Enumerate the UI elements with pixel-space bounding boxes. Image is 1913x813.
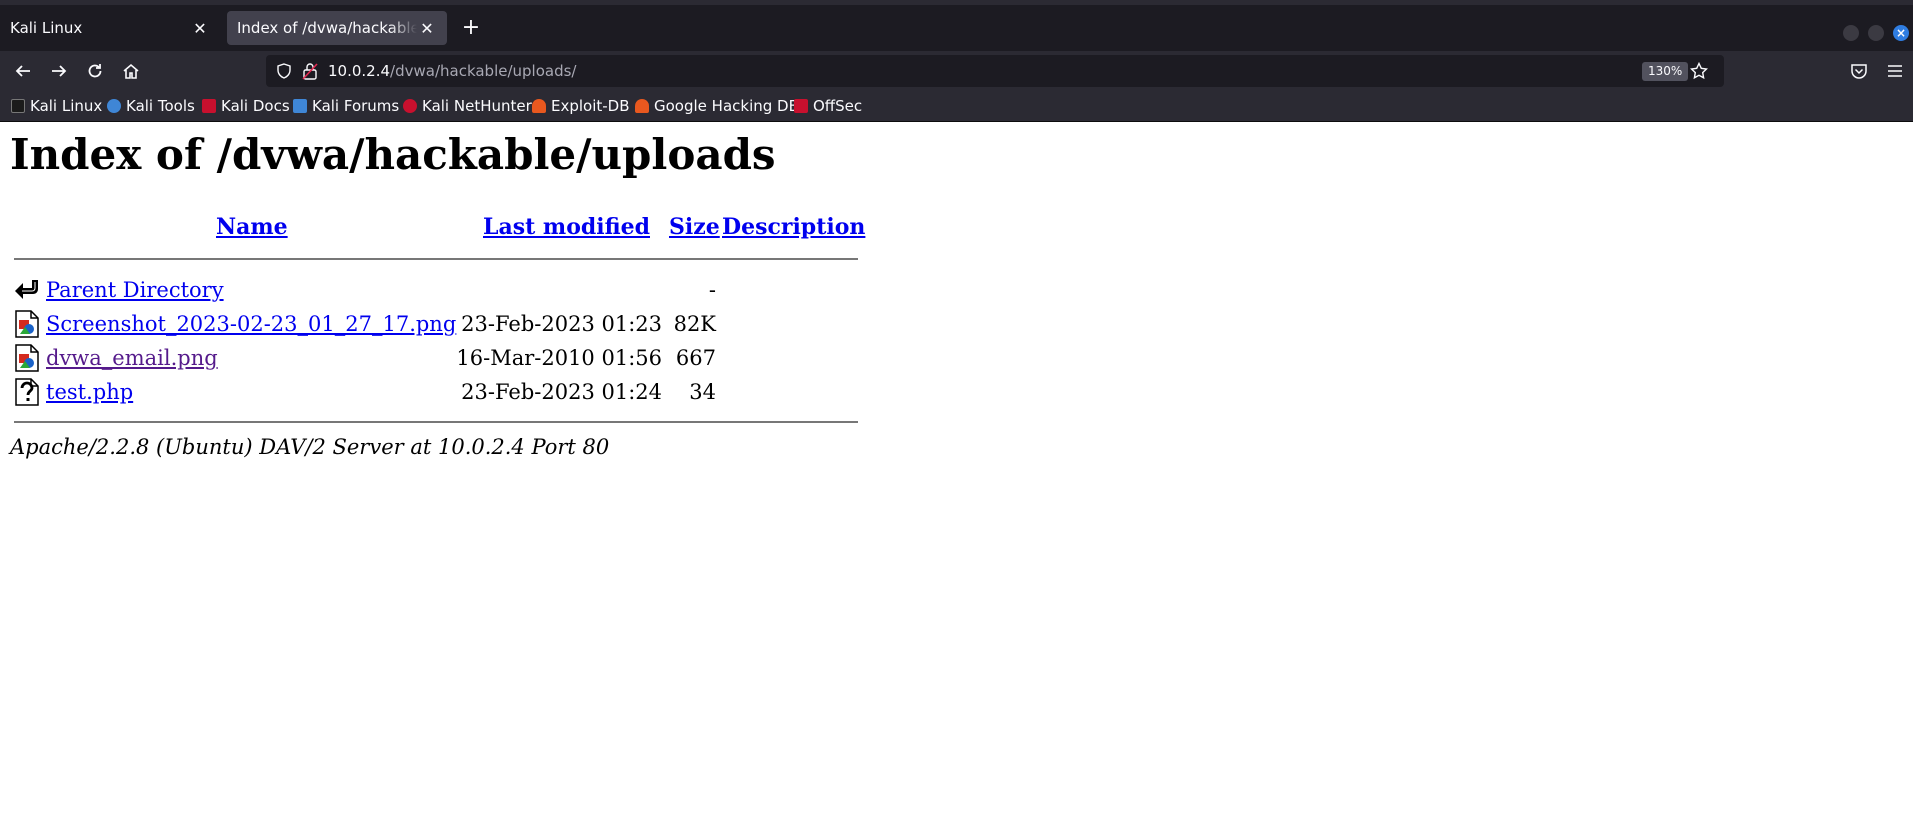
- url-path: /dvwa/hackable/uploads/: [390, 62, 577, 80]
- ghdb-icon: [635, 99, 649, 113]
- file-date: 23-Feb-2023 01:23: [461, 312, 662, 336]
- tab-index-of-uploads[interactable]: Index of /dvwa/hackable/uploads/ ✕: [227, 11, 447, 45]
- kali-dragon-icon: [11, 99, 25, 113]
- minimize-window-icon[interactable]: [1843, 25, 1859, 41]
- column-header-name[interactable]: Name: [216, 214, 288, 240]
- bookmark-kali-nethunter[interactable]: Kali NetHunter: [403, 91, 532, 121]
- reload-icon[interactable]: [83, 59, 107, 83]
- image-file-icon: [14, 310, 40, 338]
- pocket-icon[interactable]: [1847, 59, 1871, 83]
- file-size: 667: [675, 346, 716, 370]
- header-divider: [14, 258, 858, 260]
- page-content: Index of /dvwa/hackable/uploads Name Las…: [0, 122, 1913, 813]
- bookmark-exploit-db[interactable]: Exploit-DB: [532, 91, 630, 121]
- file-link[interactable]: dvwa_email.png: [46, 341, 218, 375]
- bookmark-label: Google Hacking DB: [654, 97, 799, 115]
- image-file-icon: [14, 344, 40, 372]
- server-signature: Apache/2.2.8 (Ubuntu) DAV/2 Server at 10…: [10, 435, 610, 459]
- kali-docs-icon: [202, 99, 216, 113]
- tab-label: Kali Linux: [10, 19, 83, 37]
- bookmark-kali-tools[interactable]: Kali Tools: [107, 91, 195, 121]
- close-window-icon[interactable]: ×: [1893, 25, 1909, 41]
- table-row: test.php 23-Feb-2023 01:24 34: [0, 375, 900, 409]
- close-tab-icon[interactable]: ✕: [190, 19, 210, 38]
- bookmark-offsec[interactable]: OffSec: [794, 91, 862, 121]
- bookmark-label: Kali NetHunter: [422, 97, 532, 115]
- file-date: 23-Feb-2023 01:24: [461, 380, 662, 404]
- file-size: 34: [689, 380, 716, 404]
- column-header-last-modified[interactable]: Last modified: [483, 214, 650, 240]
- file-size: -: [708, 278, 716, 302]
- offsec-icon: [794, 99, 808, 113]
- zoom-level-badge[interactable]: 130%: [1642, 62, 1689, 81]
- bookmark-kali-linux[interactable]: Kali Linux: [11, 91, 102, 121]
- bookmark-label: OffSec: [813, 97, 863, 115]
- file-link[interactable]: Parent Directory: [46, 273, 224, 307]
- bookmark-label: Kali Tools: [126, 97, 195, 115]
- file-size: 82K: [673, 312, 716, 336]
- new-tab-icon[interactable]: +: [458, 15, 484, 41]
- tracking-protection-shield-icon[interactable]: [276, 63, 292, 83]
- bookmarks-toolbar: Kali Linux Kali Tools Kali Docs Kali For…: [0, 91, 1913, 122]
- navigation-toolbar: 10.0.2.4/dvwa/hackable/uploads/ 130%: [0, 51, 1913, 91]
- table-row: Screenshot_2023-02-23_01_27_17.png 23-Fe…: [0, 307, 900, 341]
- close-tab-icon[interactable]: ✕: [417, 19, 437, 38]
- file-link[interactable]: test.php: [46, 375, 133, 409]
- table-row: dvwa_email.png 16-Mar-2010 01:56 667: [0, 341, 900, 375]
- bookmark-star-icon[interactable]: [1689, 61, 1709, 84]
- home-icon[interactable]: [119, 59, 143, 83]
- kali-forums-icon: [293, 99, 307, 113]
- page-title: Index of /dvwa/hackable/uploads: [10, 130, 776, 179]
- bookmark-label: Kali Linux: [30, 97, 103, 115]
- exploit-db-icon: [532, 99, 546, 113]
- address-bar[interactable]: 10.0.2.4/dvwa/hackable/uploads/ 130%: [266, 55, 1724, 87]
- column-header-size[interactable]: Size: [669, 214, 720, 240]
- url-text[interactable]: 10.0.2.4/dvwa/hackable/uploads/: [328, 55, 576, 87]
- tab-label: Index of /dvwa/hackable/uploads/: [237, 19, 417, 37]
- kali-tools-icon: [107, 99, 121, 113]
- tab-kali-linux[interactable]: Kali Linux ✕: [0, 11, 220, 45]
- column-header-description[interactable]: Description: [722, 214, 865, 240]
- browser-chrome: Kali Linux ✕ Index of /dvwa/hackable/upl…: [0, 0, 1913, 122]
- nethunter-icon: [403, 99, 417, 113]
- file-link[interactable]: Screenshot_2023-02-23_01_27_17.png: [46, 307, 456, 341]
- back-arrow-icon: [14, 276, 40, 304]
- insecure-lock-icon[interactable]: [302, 62, 318, 84]
- bookmark-google-hacking-db[interactable]: Google Hacking DB: [635, 91, 799, 121]
- url-host: 10.0.2.4: [328, 62, 391, 80]
- tab-bar: Kali Linux ✕ Index of /dvwa/hackable/upl…: [0, 5, 1913, 51]
- back-icon[interactable]: [11, 59, 35, 83]
- bookmark-kali-docs[interactable]: Kali Docs: [202, 91, 290, 121]
- maximize-window-icon[interactable]: [1868, 25, 1884, 41]
- bookmark-kali-forums[interactable]: Kali Forums: [293, 91, 399, 121]
- forward-icon[interactable]: [47, 59, 71, 83]
- bookmark-label: Kali Docs: [221, 97, 290, 115]
- bookmark-label: Kali Forums: [312, 97, 400, 115]
- table-row: Parent Directory -: [0, 273, 900, 307]
- footer-divider: [14, 421, 858, 423]
- file-date: 16-Mar-2010 01:56: [456, 346, 662, 370]
- bookmark-label: Exploit-DB: [551, 97, 630, 115]
- unknown-file-icon: [14, 378, 40, 406]
- hamburger-menu-icon[interactable]: [1883, 59, 1907, 83]
